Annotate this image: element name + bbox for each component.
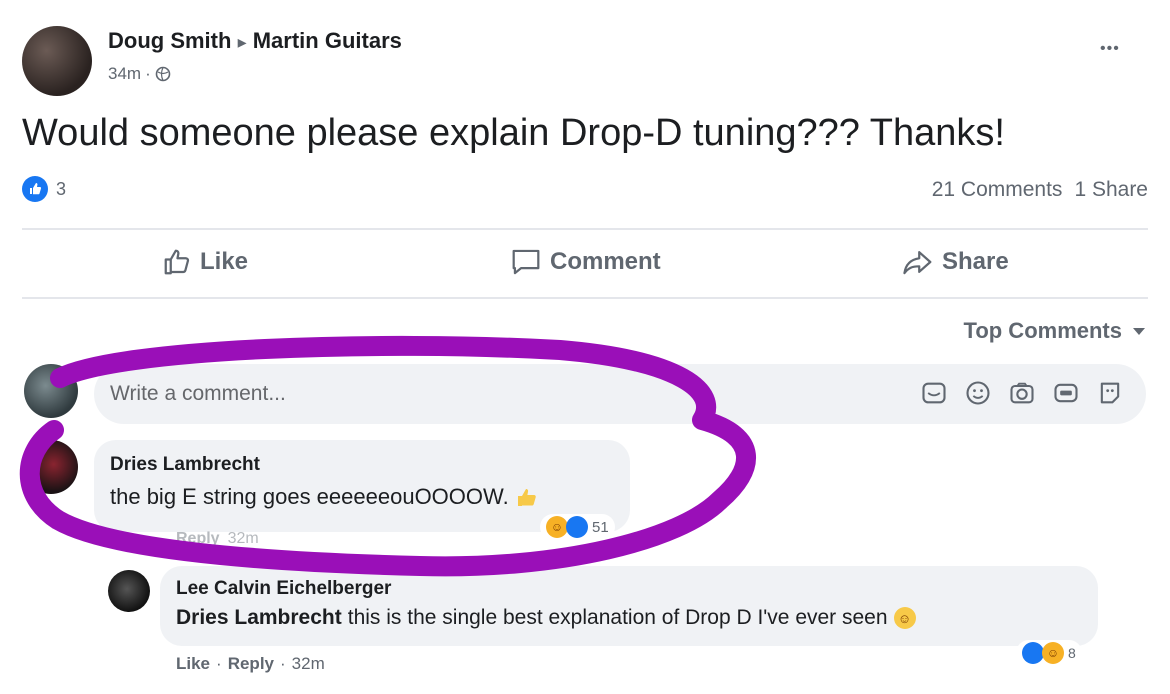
post-stats: 21 Comments 1 Share: [932, 178, 1148, 202]
sort-dropdown[interactable]: Top Comments: [964, 318, 1146, 344]
reply-footer: Like · Reply · 32m: [176, 654, 325, 674]
group-name[interactable]: Martin Guitars: [253, 28, 402, 53]
footer-dot: ·: [216, 654, 222, 673]
comment-reactions[interactable]: ☺ 51: [540, 514, 615, 540]
reply-text-row: Dries Lambrecht this is the single best …: [176, 606, 916, 630]
arrow-icon: ▸: [237, 32, 247, 52]
comment-input-box[interactable]: Write a comment...: [94, 364, 1146, 424]
post-time[interactable]: 34m: [108, 64, 141, 84]
reply-avatar[interactable]: [108, 570, 150, 612]
laughing-emoji-icon: ☺: [893, 607, 916, 629]
like-label: Like: [200, 248, 249, 275]
sticker-icon[interactable]: [920, 379, 948, 407]
comment-button[interactable]: Comment: [510, 247, 661, 277]
like-reaction-icon: [22, 176, 48, 202]
post-header: Doug Smith ▸ Martin Guitars: [108, 28, 402, 54]
divider-top: [22, 228, 1148, 230]
comment-icon: [512, 249, 540, 275]
reply-time[interactable]: 32m: [292, 654, 325, 674]
post-reactions[interactable]: 3: [22, 176, 66, 202]
viewer-avatar: [24, 364, 78, 418]
globe-icon: [155, 66, 171, 82]
comment-footer: Reply 32m: [176, 530, 259, 548]
camera-icon[interactable]: [1008, 379, 1036, 407]
reaction-count: 3: [56, 178, 67, 199]
reply-bubble: Lee Calvin Eichelberger Dries Lambrecht …: [160, 566, 1098, 646]
haha-icon: ☺: [1042, 642, 1064, 664]
like-button[interactable]: Like: [162, 247, 248, 277]
thumbs-up-emoji-icon: [517, 489, 536, 506]
shares-count[interactable]: 1 Share: [1074, 178, 1148, 202]
comment-reaction-count: 51: [592, 518, 609, 536]
comment-text-row: the big E string goes eeeeeeouOOOOW.: [110, 484, 539, 510]
share-button[interactable]: Share: [902, 247, 1009, 277]
footer-dot: ·: [280, 654, 286, 673]
reply-reply-link[interactable]: Reply: [228, 654, 274, 674]
sort-label: Top Comments: [963, 318, 1122, 343]
reply-like-link[interactable]: Like: [176, 654, 210, 674]
thumbs-up-icon: [164, 249, 190, 275]
comment-label: Comment: [550, 248, 661, 275]
share-label: Share: [942, 248, 1009, 275]
reply-link[interactable]: Reply: [176, 530, 220, 548]
post-text: Would someone please explain Drop-D tuni…: [22, 112, 1005, 154]
avatar-sticker-icon[interactable]: [1096, 379, 1124, 407]
reply-mention[interactable]: Dries Lambrecht: [176, 606, 342, 630]
comment-author[interactable]: Dries Lambrecht: [110, 454, 260, 476]
comment-input[interactable]: Write a comment...: [110, 382, 286, 406]
haha-icon: ☺: [546, 516, 568, 538]
reply-reaction-count: 8: [1068, 645, 1076, 661]
gif-icon[interactable]: [1052, 379, 1080, 407]
caret-down-icon: [1133, 328, 1145, 335]
comment-avatar[interactable]: [24, 440, 78, 494]
emoji-icon[interactable]: [964, 379, 992, 407]
post-meta: 34m ·: [108, 64, 171, 84]
divider-bottom: [22, 297, 1148, 299]
more-options-button[interactable]: •••: [1100, 40, 1120, 58]
meta-dot: ·: [145, 64, 151, 83]
reply-text: this is the single best explanation of D…: [347, 606, 888, 629]
reply-author[interactable]: Lee Calvin Eichelberger: [176, 578, 391, 600]
like-reaction-icon: [1022, 642, 1044, 664]
reply-reactions[interactable]: ☺ 8: [1016, 640, 1082, 666]
like-reaction-icon: [566, 516, 588, 538]
author-name[interactable]: Doug Smith: [108, 28, 231, 53]
comments-count[interactable]: 21 Comments: [932, 178, 1063, 202]
author-avatar[interactable]: [22, 26, 92, 96]
composer-icons: [920, 379, 1124, 407]
comment-text: the big E string goes eeeeeeouOOOOW.: [110, 484, 509, 509]
comment-time[interactable]: 32m: [228, 530, 259, 548]
share-arrow-icon: [903, 251, 932, 275]
